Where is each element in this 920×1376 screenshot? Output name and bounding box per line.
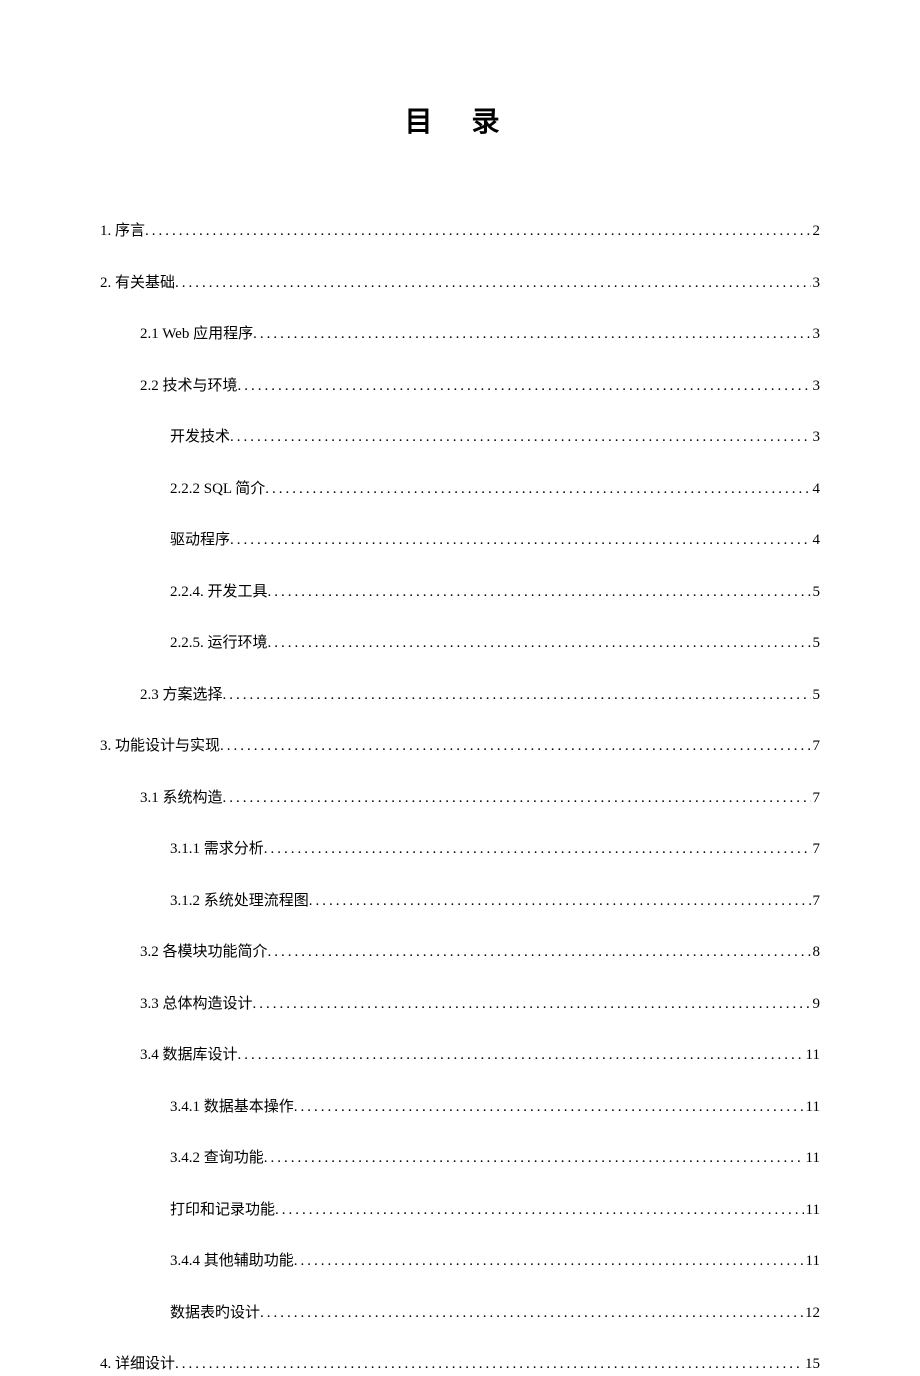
toc-entry-page: 5 — [811, 632, 821, 655]
toc-entry: 3.3 总体构造设计 9 — [100, 993, 820, 1016]
toc-leader-dots — [253, 993, 811, 1016]
toc-entry-label: 数据表旳设计 — [170, 1302, 260, 1325]
toc-leader-dots — [253, 323, 810, 346]
toc-entry: 2.2.4. 开发工具 5 — [100, 581, 820, 604]
toc-entry-label: 3. 功能设计与实现 — [100, 735, 220, 758]
toc-entry-page: 11 — [804, 1250, 820, 1273]
toc-entry: 数据表旳设计 12 — [100, 1302, 820, 1325]
toc-entry-page: 9 — [811, 993, 821, 1016]
toc-entry-page: 7 — [811, 838, 821, 861]
toc-entry-label: 2.2.2 SQL 简介 — [170, 478, 265, 501]
toc-leader-dots — [264, 1147, 804, 1170]
toc-leader-dots — [175, 1353, 803, 1376]
toc-entry: 1. 序言 2 — [100, 220, 820, 243]
toc-entry-page: 4 — [811, 478, 821, 501]
toc-leader-dots — [268, 941, 811, 964]
toc-leader-dots — [264, 838, 811, 861]
toc-entry-page: 5 — [811, 581, 821, 604]
toc-leader-dots — [268, 632, 811, 655]
toc-entry: 打印和记录功能 11 — [100, 1199, 820, 1222]
toc-entry-label: 3.2 各模块功能简介 — [140, 941, 268, 964]
toc-entry: 3.1.1 需求分析 7 — [100, 838, 820, 861]
toc-entry: 2.2 技术与环境 3 — [100, 375, 820, 398]
toc-entry-label: 打印和记录功能 — [170, 1199, 275, 1222]
toc-entry-page: 7 — [811, 735, 821, 758]
toc-leader-dots — [220, 735, 810, 758]
toc-entry-label: 2.3 方案选择 — [140, 684, 223, 707]
toc-entry-page: 8 — [811, 941, 821, 964]
toc-entry-page: 11 — [804, 1044, 820, 1067]
toc-entry: 2.3 方案选择 5 — [100, 684, 820, 707]
toc-leader-dots — [260, 1302, 803, 1325]
toc-entry: 3.4.2 查询功能 11 — [100, 1147, 820, 1170]
toc-leader-dots — [238, 1044, 804, 1067]
toc-entry-page: 3 — [811, 426, 821, 449]
toc-entry: 2.2.5. 运行环境 5 — [100, 632, 820, 655]
toc-entry-label: 2.1 Web 应用程序 — [140, 323, 253, 346]
toc-entry-label: 2. 有关基础 — [100, 272, 175, 295]
toc-leader-dots — [309, 890, 811, 913]
toc-entry-page: 3 — [811, 375, 821, 398]
toc-entry: 3.4.4 其他辅助功能 11 — [100, 1250, 820, 1273]
toc-entry: 2. 有关基础 3 — [100, 272, 820, 295]
toc-entry-page: 3 — [811, 323, 821, 346]
toc-leader-dots — [238, 375, 811, 398]
toc-entry: 3.4.1 数据基本操作 11 — [100, 1096, 820, 1119]
toc-entry: 3.1 系统构造 7 — [100, 787, 820, 810]
toc-entry: 2.1 Web 应用程序 3 — [100, 323, 820, 346]
toc-entry-page: 15 — [803, 1353, 820, 1376]
toc-leader-dots — [275, 1199, 804, 1222]
toc-entry-label: 3.4.1 数据基本操作 — [170, 1096, 294, 1119]
toc-leader-dots — [145, 220, 810, 243]
toc-entry-label: 3.3 总体构造设计 — [140, 993, 253, 1016]
toc-leader-dots — [265, 478, 810, 501]
toc-entry: 驱动程序 4 — [100, 529, 820, 552]
toc-entry: 2.2.2 SQL 简介 4 — [100, 478, 820, 501]
toc-entry-label: 4. 详细设计 — [100, 1353, 175, 1376]
toc-entry: 3.1.2 系统处理流程图 7 — [100, 890, 820, 913]
toc-entry-page: 11 — [804, 1096, 820, 1119]
toc-leader-dots — [268, 581, 811, 604]
toc-entry-label: 3.1.1 需求分析 — [170, 838, 264, 861]
toc-entry: 4. 详细设计 15 — [100, 1353, 820, 1376]
toc-entry-label: 2.2.4. 开发工具 — [170, 581, 268, 604]
toc-entry: 开发技术 3 — [100, 426, 820, 449]
toc-leader-dots — [230, 426, 810, 449]
table-of-contents: 1. 序言 22. 有关基础 32.1 Web 应用程序 32.2 技术与环境 … — [100, 220, 820, 1376]
toc-entry-page: 2 — [811, 220, 821, 243]
toc-entry-page: 5 — [811, 684, 821, 707]
toc-entry-label: 3.1 系统构造 — [140, 787, 223, 810]
toc-entry-label: 1. 序言 — [100, 220, 145, 243]
toc-entry-label: 2.2.5. 运行环境 — [170, 632, 268, 655]
toc-entry-page: 7 — [811, 890, 821, 913]
toc-leader-dots — [223, 684, 811, 707]
toc-entry: 3. 功能设计与实现 7 — [100, 735, 820, 758]
toc-entry-page: 7 — [811, 787, 821, 810]
toc-entry-label: 3.4 数据库设计 — [140, 1044, 238, 1067]
toc-entry-page: 11 — [804, 1147, 820, 1170]
toc-entry-label: 3.1.2 系统处理流程图 — [170, 890, 309, 913]
toc-entry-label: 3.4.2 查询功能 — [170, 1147, 264, 1170]
page-title: 目 录 — [100, 100, 820, 140]
toc-leader-dots — [223, 787, 811, 810]
toc-entry-label: 开发技术 — [170, 426, 230, 449]
toc-leader-dots — [175, 272, 810, 295]
toc-entry: 3.2 各模块功能简介 8 — [100, 941, 820, 964]
toc-entry-page: 12 — [803, 1302, 820, 1325]
toc-leader-dots — [230, 529, 810, 552]
toc-entry-label: 2.2 技术与环境 — [140, 375, 238, 398]
toc-leader-dots — [294, 1096, 804, 1119]
toc-entry-label: 3.4.4 其他辅助功能 — [170, 1250, 294, 1273]
toc-entry-page: 11 — [804, 1199, 820, 1222]
toc-entry: 3.4 数据库设计 11 — [100, 1044, 820, 1067]
toc-entry-page: 4 — [811, 529, 821, 552]
toc-entry-label: 驱动程序 — [170, 529, 230, 552]
toc-entry-page: 3 — [811, 272, 821, 295]
toc-leader-dots — [294, 1250, 804, 1273]
